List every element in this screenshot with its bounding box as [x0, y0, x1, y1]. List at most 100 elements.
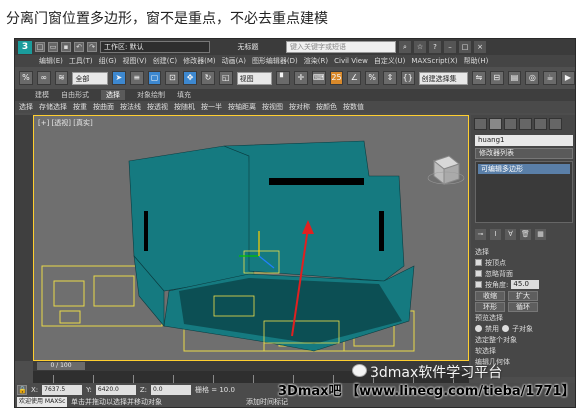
workspace-select[interactable]: 工作区: 默认 — [100, 41, 210, 53]
ribbon-tool[interactable]: 按曲面 — [93, 102, 114, 112]
manipulate-icon[interactable]: ✛ — [293, 71, 308, 85]
show-end-result-icon[interactable]: Ⅰ — [490, 229, 501, 240]
menu-animation[interactable]: 动画(A) — [222, 56, 246, 66]
render-setup-icon[interactable]: ☕ — [543, 71, 558, 85]
menu-create[interactable]: 创建(C) — [153, 56, 177, 66]
ring-button[interactable]: 环形 — [475, 301, 505, 312]
tab-selection[interactable]: 选择 — [101, 90, 125, 100]
ribbon-tool[interactable]: 按随机 — [174, 102, 195, 112]
reference-coordinate-dropdown[interactable]: 视图 — [236, 71, 273, 85]
menu-tools[interactable]: 工具(T) — [69, 56, 93, 66]
display-tab-icon[interactable] — [534, 118, 547, 130]
ribbon-tool[interactable]: 按数值 — [343, 102, 364, 112]
tab-modeling[interactable]: 建模 — [35, 90, 49, 100]
shrink-button[interactable]: 收缩 — [475, 290, 505, 301]
modify-tab-icon[interactable] — [489, 118, 502, 130]
ribbon-tool[interactable]: 按对称 — [289, 102, 310, 112]
ribbon-tool[interactable]: 选择 — [19, 102, 33, 112]
time-slider[interactable]: 0 / 100 — [37, 362, 85, 370]
make-unique-icon[interactable]: ∀ — [505, 229, 516, 240]
layer-icon[interactable]: ▤ — [507, 71, 522, 85]
new-file-icon[interactable]: □ — [35, 42, 45, 52]
named-selection-set-dropdown[interactable]: 创建选择集 — [418, 71, 468, 85]
undo-icon[interactable]: ↶ — [74, 42, 84, 52]
mirror-icon[interactable]: ⇋ — [471, 71, 486, 85]
menu-graph-editors[interactable]: 图形编辑器(D) — [252, 56, 298, 66]
menu-civil-view[interactable]: Civil View — [334, 57, 368, 65]
snap-toggle-icon[interactable]: 25 — [329, 71, 344, 85]
minimize-button[interactable]: – — [444, 41, 456, 53]
loop-button[interactable]: 循环 — [508, 301, 538, 312]
maxscript-listener[interactable]: 欢迎使用 MAXSc — [17, 397, 67, 407]
3dsmax-logo[interactable]: 3 — [18, 40, 32, 54]
material-editor-icon[interactable]: ◎ — [525, 71, 540, 85]
perspective-viewport[interactable]: [+] [透视] [真实] — [33, 115, 469, 361]
rotate-icon[interactable]: ↻ — [201, 71, 215, 85]
remove-modifier-icon[interactable]: 🗑 — [520, 229, 531, 240]
rectangle-selection-icon[interactable]: ▢ — [147, 71, 162, 85]
configure-sets-icon[interactable]: ▦ — [535, 229, 546, 240]
select-by-name-icon[interactable]: ≡ — [129, 71, 144, 85]
utilities-tab-icon[interactable] — [549, 118, 562, 130]
stack-item-editable-poly[interactable]: 可编辑多边形 — [478, 164, 570, 174]
tab-populate[interactable]: 填充 — [177, 90, 191, 100]
disabled-radio[interactable] — [475, 325, 482, 332]
menu-view[interactable]: 视图(V) — [123, 56, 147, 66]
grow-button[interactable]: 扩大 — [508, 290, 538, 301]
pivot-icon[interactable]: ▘ — [276, 71, 290, 85]
tab-freeform[interactable]: 自由形式 — [61, 90, 89, 100]
select-object-icon[interactable]: ➤ — [111, 71, 126, 85]
z-coordinate-field[interactable]: 0.0 — [151, 385, 192, 395]
menu-modifiers[interactable]: 修改器(M) — [183, 56, 216, 66]
binoculars-icon[interactable]: ⌕ — [399, 41, 411, 53]
bind-spacewarp-icon[interactable]: ≋ — [54, 71, 69, 85]
ribbon-tool[interactable]: 存储选择 — [39, 102, 67, 112]
menu-edit[interactable]: 编辑(E) — [39, 56, 63, 66]
save-icon[interactable]: ▪ — [61, 42, 71, 52]
keyboard-shortcut-icon[interactable]: ⌨ — [311, 71, 326, 85]
ribbon-tool[interactable]: 按颜色 — [316, 102, 337, 112]
ribbon-tool[interactable]: 按法线 — [120, 102, 141, 112]
spinner-snap-icon[interactable]: ⇕ — [383, 71, 397, 85]
ribbon-tool[interactable]: 按透视 — [147, 102, 168, 112]
scale-icon[interactable]: ◱ — [218, 71, 233, 85]
window-crossing-icon[interactable]: ⊡ — [165, 71, 180, 85]
angle-spinner[interactable]: 45.0 — [511, 280, 540, 289]
menu-customize[interactable]: 自定义(U) — [374, 56, 406, 66]
maximize-button[interactable]: □ — [459, 41, 471, 53]
motion-tab-icon[interactable] — [519, 118, 532, 130]
subobject-radio[interactable] — [502, 325, 509, 332]
lock-selection-icon[interactable]: 🔒 — [17, 385, 27, 395]
edit-named-selection-icon[interactable]: {} — [400, 71, 415, 85]
soft-selection-rollout[interactable]: 软选择 — [475, 346, 496, 356]
modifier-list-dropdown[interactable]: 修改器列表 — [475, 148, 573, 159]
ribbon-tool[interactable]: 按视图 — [262, 102, 283, 112]
link-icon[interactable]: % — [19, 71, 33, 85]
tab-object-paint[interactable]: 对象绘制 — [137, 90, 165, 100]
open-file-icon[interactable]: ▭ — [48, 42, 58, 52]
scene-render[interactable] — [34, 116, 468, 360]
menu-rendering[interactable]: 渲染(R) — [304, 56, 328, 66]
render-icon[interactable]: ▶ — [561, 71, 575, 85]
selection-filter-dropdown[interactable]: 全部 — [72, 71, 108, 85]
star-icon[interactable]: ☆ — [414, 41, 426, 53]
redo-icon[interactable]: ↷ — [87, 42, 97, 52]
create-tab-icon[interactable] — [474, 118, 487, 130]
ribbon-tool[interactable]: 按一半 — [201, 102, 222, 112]
move-icon[interactable]: ✥ — [183, 71, 198, 85]
by-angle-checkbox[interactable] — [475, 281, 482, 288]
help-icon[interactable]: ? — [429, 41, 441, 53]
align-icon[interactable]: ⊟ — [489, 71, 504, 85]
y-coordinate-field[interactable]: 6420.0 — [95, 385, 136, 395]
hierarchy-tab-icon[interactable] — [504, 118, 517, 130]
x-coordinate-field[interactable]: 7637.5 — [42, 385, 83, 395]
percent-snap-icon[interactable]: % — [365, 71, 380, 85]
pin-stack-icon[interactable]: ⊸ — [475, 229, 486, 240]
ribbon-tool[interactable]: 按轴距离 — [228, 102, 256, 112]
ribbon-tool[interactable]: 按重 — [73, 102, 87, 112]
by-vertex-checkbox[interactable] — [475, 259, 482, 266]
menu-maxscript[interactable]: MAXScript(X) — [411, 57, 457, 65]
rollout-title[interactable]: 选择 — [475, 247, 489, 257]
menu-group[interactable]: 组(G) — [99, 56, 117, 66]
ignore-backface-checkbox[interactable] — [475, 270, 482, 277]
